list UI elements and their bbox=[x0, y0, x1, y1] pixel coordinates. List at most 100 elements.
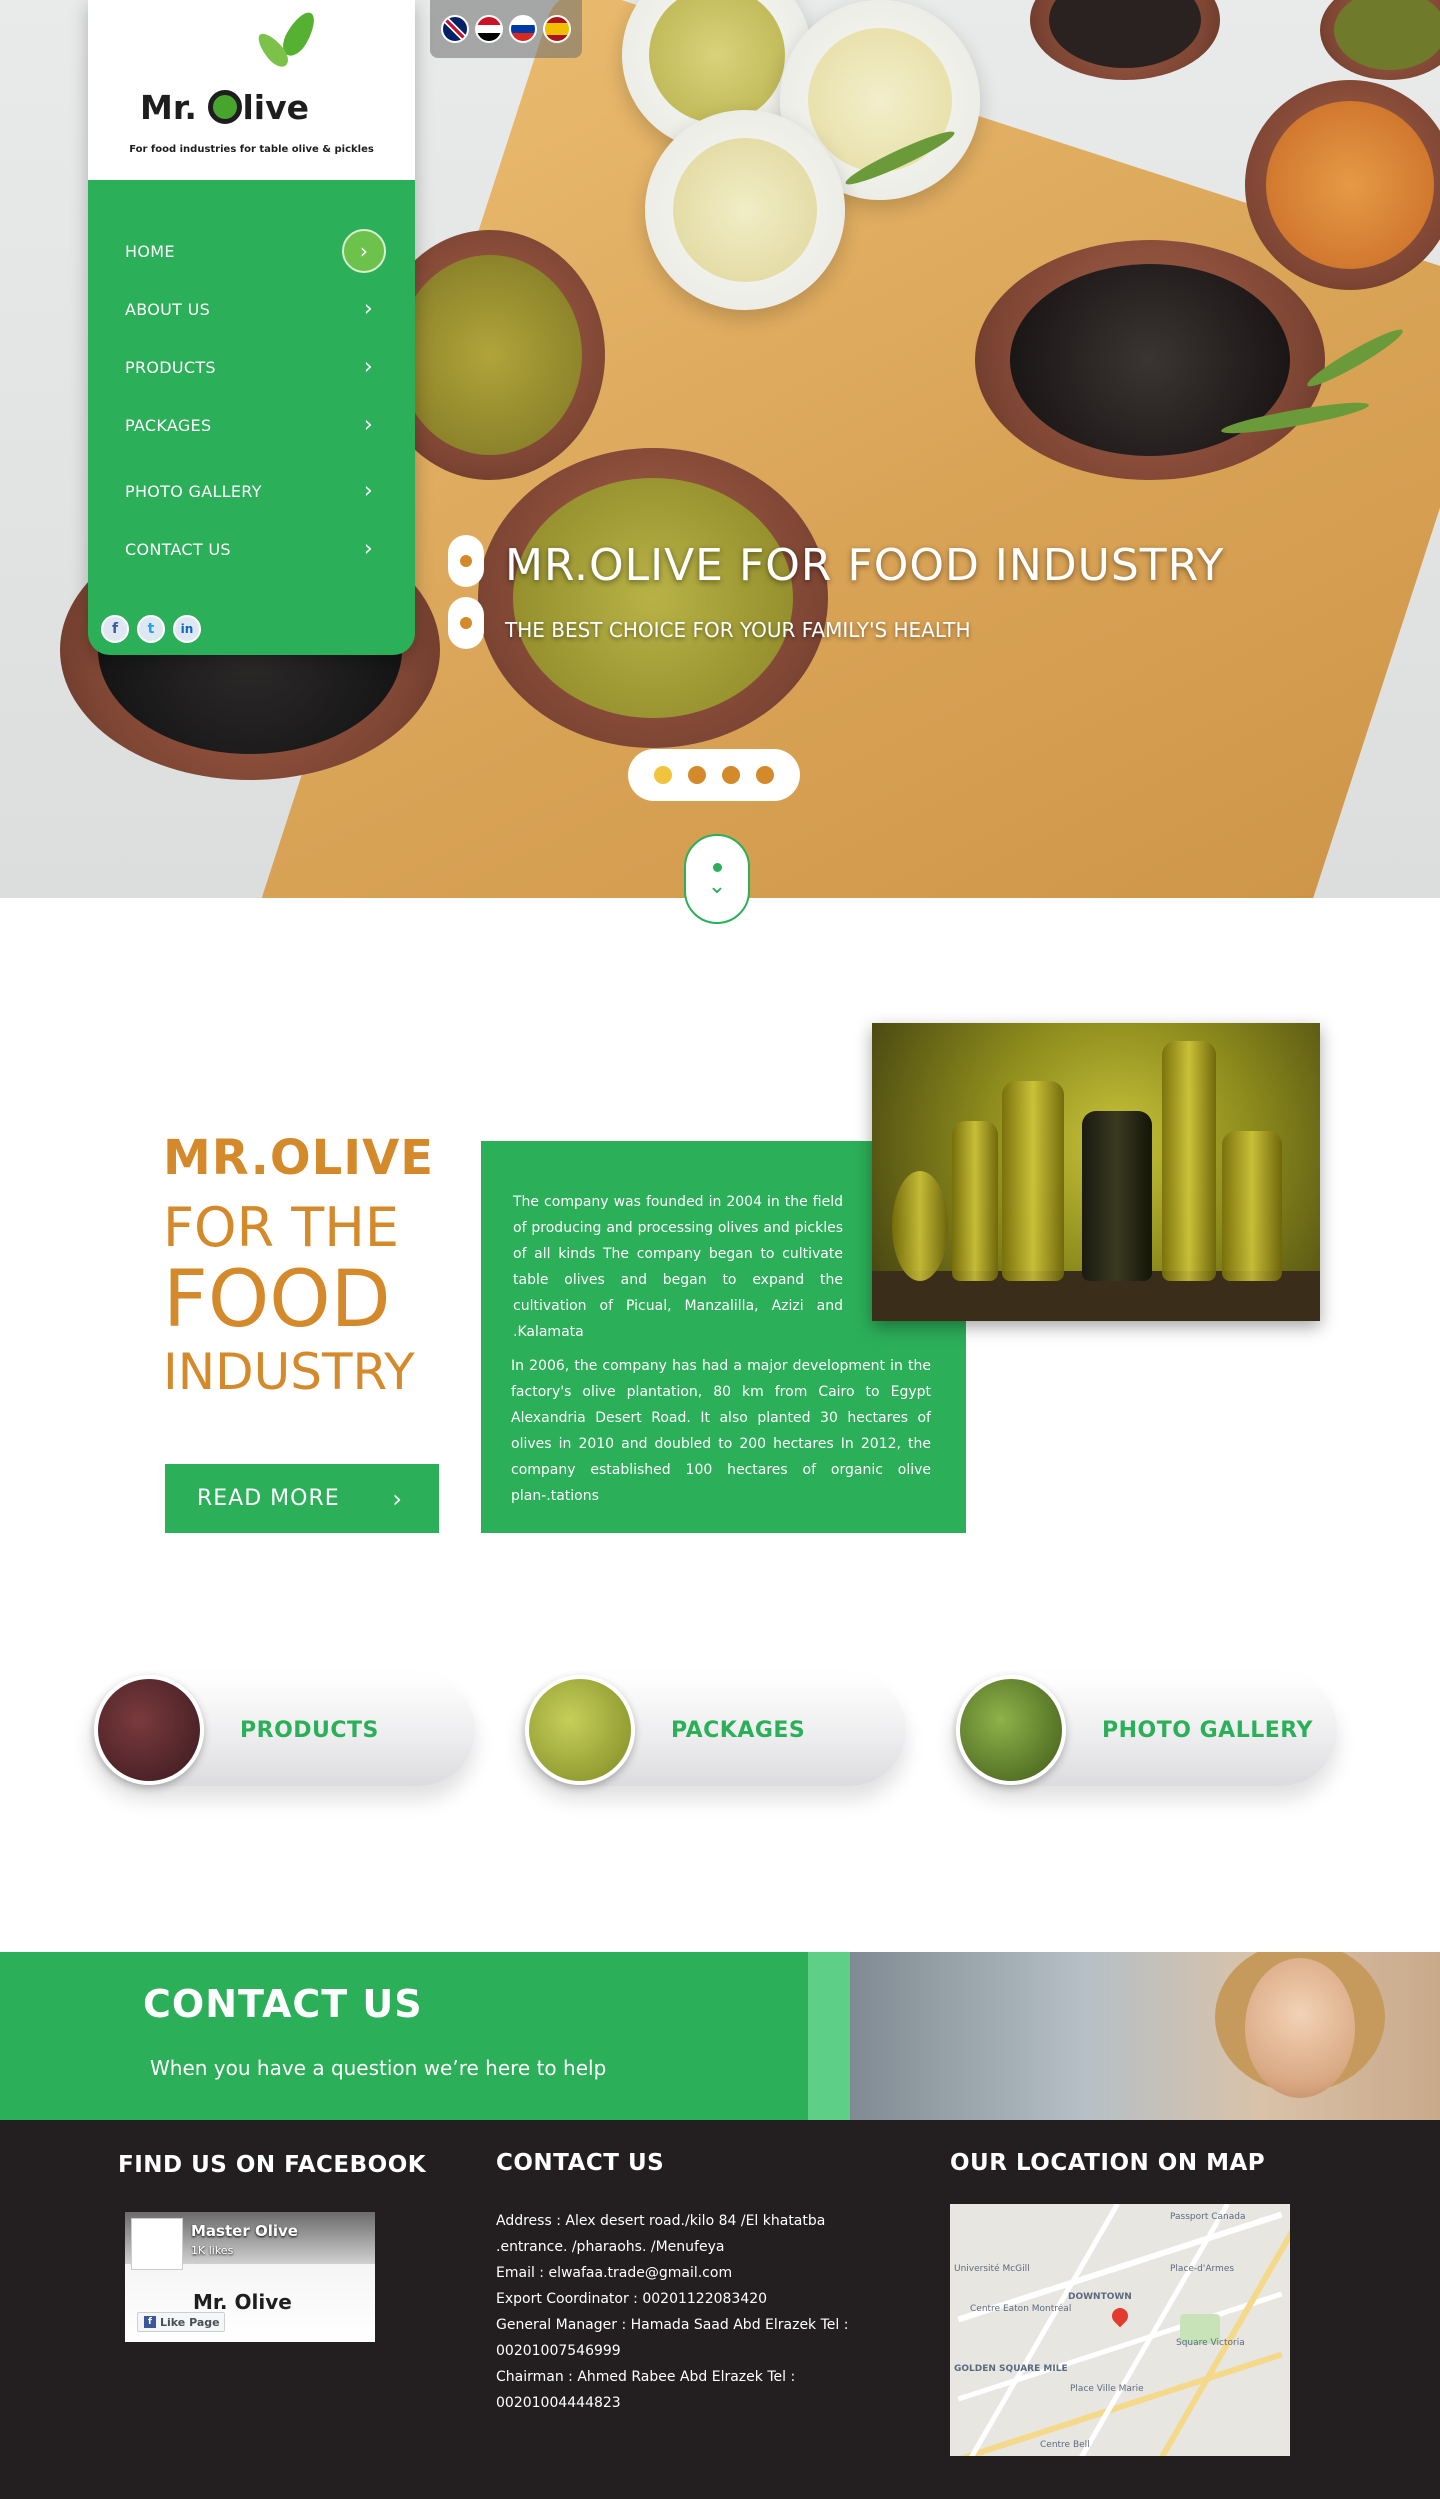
spain-flag-icon[interactable] bbox=[543, 15, 571, 43]
facebook-page-avatar bbox=[131, 2218, 183, 2270]
sidebar-navigation: Mr. live For food industries for table o… bbox=[88, 0, 415, 655]
logo-text-mr: Mr. bbox=[140, 88, 197, 127]
about-heading-line: MR.OLIVE bbox=[163, 1130, 435, 1186]
facebook-heading: FIND US ON FACEBOOK bbox=[118, 2152, 427, 2178]
contact-banner-subtitle: When you have a question we’re here to h… bbox=[150, 2056, 607, 2080]
banner-accent-strip bbox=[808, 1952, 850, 2120]
map-label: Square Victoria bbox=[1176, 2338, 1245, 2348]
linkedin-icon[interactable]: in bbox=[173, 615, 201, 643]
nav-item-label: HOME bbox=[125, 241, 175, 261]
olive-oil-bottles-image bbox=[872, 1023, 1320, 1321]
contact-heading: CONTACT US bbox=[496, 2150, 665, 2176]
hero-subtitle: THE BEST CHOICE FOR YOUR FAMILY'S HEALTH bbox=[505, 618, 971, 642]
category-label: PRODUCTS bbox=[240, 1717, 379, 1743]
category-packages[interactable]: PACKAGES bbox=[521, 1674, 906, 1786]
manager-phone-line: 00201007546999 bbox=[496, 2343, 621, 2359]
read-more-label: READ MORE bbox=[197, 1486, 340, 1511]
about-heading-line: FOOD bbox=[163, 1255, 391, 1345]
location-map[interactable]: Université McGill DOWNTOWN Centre Eaton … bbox=[950, 2204, 1290, 2456]
facebook-page-name[interactable]: Master Olive bbox=[191, 2222, 298, 2240]
black-olive-bowl-image bbox=[1030, 0, 1220, 80]
site-footer: FIND US ON FACEBOOK CONTACT US OUR LOCAT… bbox=[0, 2120, 1440, 2499]
nav-item-home[interactable]: HOME › bbox=[88, 222, 415, 280]
nav-item-contact-us[interactable]: CONTACT US › bbox=[88, 520, 415, 578]
logo-tagline: For food industries for table olive & pi… bbox=[129, 144, 374, 155]
contact-details: Address : Alex desert road./kilo 84 /El … bbox=[496, 2208, 886, 2416]
site-logo[interactable]: Mr. live For food industries for table o… bbox=[88, 0, 415, 180]
chevron-right-icon: › bbox=[363, 354, 373, 380]
products-thumb-image bbox=[94, 1675, 204, 1785]
bottle-shape bbox=[1082, 1111, 1152, 1281]
hero-title: MR.OLIVE FOR FOOD INDUSTRY bbox=[505, 540, 1225, 591]
facebook-page-widget[interactable]: Master Olive 1K likes Mr. Olive f Like P… bbox=[125, 2212, 375, 2342]
scroll-down-button[interactable]: ⌄ bbox=[684, 834, 750, 924]
export-phone-line: Export Coordinator : 00201122083420 bbox=[496, 2291, 768, 2307]
nav-item-about-us[interactable]: ABOUT US › bbox=[88, 280, 415, 338]
slide-dot[interactable] bbox=[688, 766, 706, 784]
about-heading-line: INDUSTRY bbox=[163, 1343, 415, 1401]
slide-dot[interactable] bbox=[654, 766, 672, 784]
map-label: Place-d'Armes bbox=[1170, 2264, 1235, 2274]
agent-face-shape bbox=[1245, 1958, 1355, 2098]
facebook-icon: f bbox=[144, 2316, 156, 2328]
chairman-phone-line: 00201004444823 bbox=[496, 2395, 621, 2411]
address-line: .entrance. /pharaohs. /Menufeya bbox=[496, 2239, 725, 2255]
category-photo-gallery[interactable]: PHOTO GALLERY bbox=[952, 1674, 1337, 1786]
map-pin-icon bbox=[1108, 2304, 1132, 2328]
hero-indicator[interactable] bbox=[448, 597, 484, 649]
about-heading: MR.OLIVE FOR THE FOOD INDUSTRY bbox=[163, 1130, 434, 1401]
map-label: GOLDEN SQUARE MILE bbox=[954, 2364, 1068, 2374]
packages-thumb-image bbox=[525, 1675, 635, 1785]
chevron-down-icon: ⌄ bbox=[707, 873, 727, 899]
map-label: Centre Bell bbox=[1040, 2440, 1090, 2450]
social-links: f t in bbox=[101, 615, 201, 643]
language-switcher bbox=[430, 0, 582, 58]
chairman-line: Chairman : Ahmed Rabee Abd Elrazek Tel : bbox=[496, 2369, 796, 2385]
twitter-icon[interactable]: t bbox=[137, 615, 165, 643]
bottle-shape bbox=[1162, 1041, 1216, 1281]
facebook-like-button[interactable]: f Like Page bbox=[137, 2312, 225, 2332]
nav-item-photo-gallery[interactable]: PHOTO GALLERY › bbox=[88, 462, 415, 520]
stuffed-olive-bowl-image bbox=[478, 448, 828, 748]
map-label: DOWNTOWN bbox=[1068, 2292, 1132, 2302]
slide-dot[interactable] bbox=[756, 766, 774, 784]
chevron-right-icon: › bbox=[392, 1484, 403, 1513]
map-label: Place Ville Marie bbox=[1070, 2384, 1144, 2394]
hero-side-indicators bbox=[448, 535, 484, 659]
map-label: Université McGill bbox=[954, 2264, 1030, 2274]
slide-dot[interactable] bbox=[722, 766, 740, 784]
facebook-cover-logo: Mr. Olive bbox=[193, 2290, 292, 2314]
bottle-shape bbox=[1002, 1081, 1064, 1281]
nav-item-label: CONTACT US bbox=[125, 539, 231, 559]
nav-item-products[interactable]: PRODUCTS › bbox=[88, 338, 415, 396]
category-products[interactable]: PRODUCTS bbox=[90, 1674, 475, 1786]
chevron-right-icon: › bbox=[363, 296, 373, 322]
like-button-label: Like Page bbox=[160, 2315, 220, 2329]
egypt-flag-icon[interactable] bbox=[475, 15, 503, 43]
about-paragraph: In 2006, the company has had a major dev… bbox=[511, 1358, 931, 1504]
email-line[interactable]: Email : elwafaa.trade@gmail.com bbox=[496, 2260, 886, 2286]
black-olive-bowl-image bbox=[975, 240, 1325, 480]
bottle-shape bbox=[892, 1171, 948, 1281]
chevron-right-icon: › bbox=[363, 478, 373, 504]
category-label: PACKAGES bbox=[671, 1717, 806, 1743]
scroll-dot-icon bbox=[712, 862, 722, 872]
logo-text-live: live bbox=[242, 88, 309, 127]
slider-pagination bbox=[628, 749, 800, 801]
read-more-button[interactable]: READ MORE › bbox=[165, 1464, 439, 1533]
nav-item-packages[interactable]: PACKAGES › bbox=[88, 396, 415, 454]
olive-icon bbox=[208, 90, 243, 124]
about-heading-line: FOR THE bbox=[163, 1196, 399, 1259]
hero-indicator[interactable] bbox=[448, 535, 484, 587]
bottle-shape bbox=[952, 1121, 998, 1281]
facebook-icon[interactable]: f bbox=[101, 615, 129, 643]
gallery-thumb-image bbox=[956, 1675, 1066, 1785]
category-label: PHOTO GALLERY bbox=[1102, 1717, 1313, 1743]
contact-banner-title: CONTACT US bbox=[143, 1982, 423, 2026]
contact-banner: CONTACT US When you have a question we’r… bbox=[0, 1952, 1440, 2120]
english-flag-icon[interactable] bbox=[441, 15, 469, 43]
chevron-right-icon: › bbox=[363, 536, 373, 562]
russia-flag-icon[interactable] bbox=[509, 15, 537, 43]
manager-line: General Manager : Hamada Saad Abd Elraze… bbox=[496, 2317, 849, 2333]
nav-item-label: PHOTO GALLERY bbox=[125, 481, 262, 501]
